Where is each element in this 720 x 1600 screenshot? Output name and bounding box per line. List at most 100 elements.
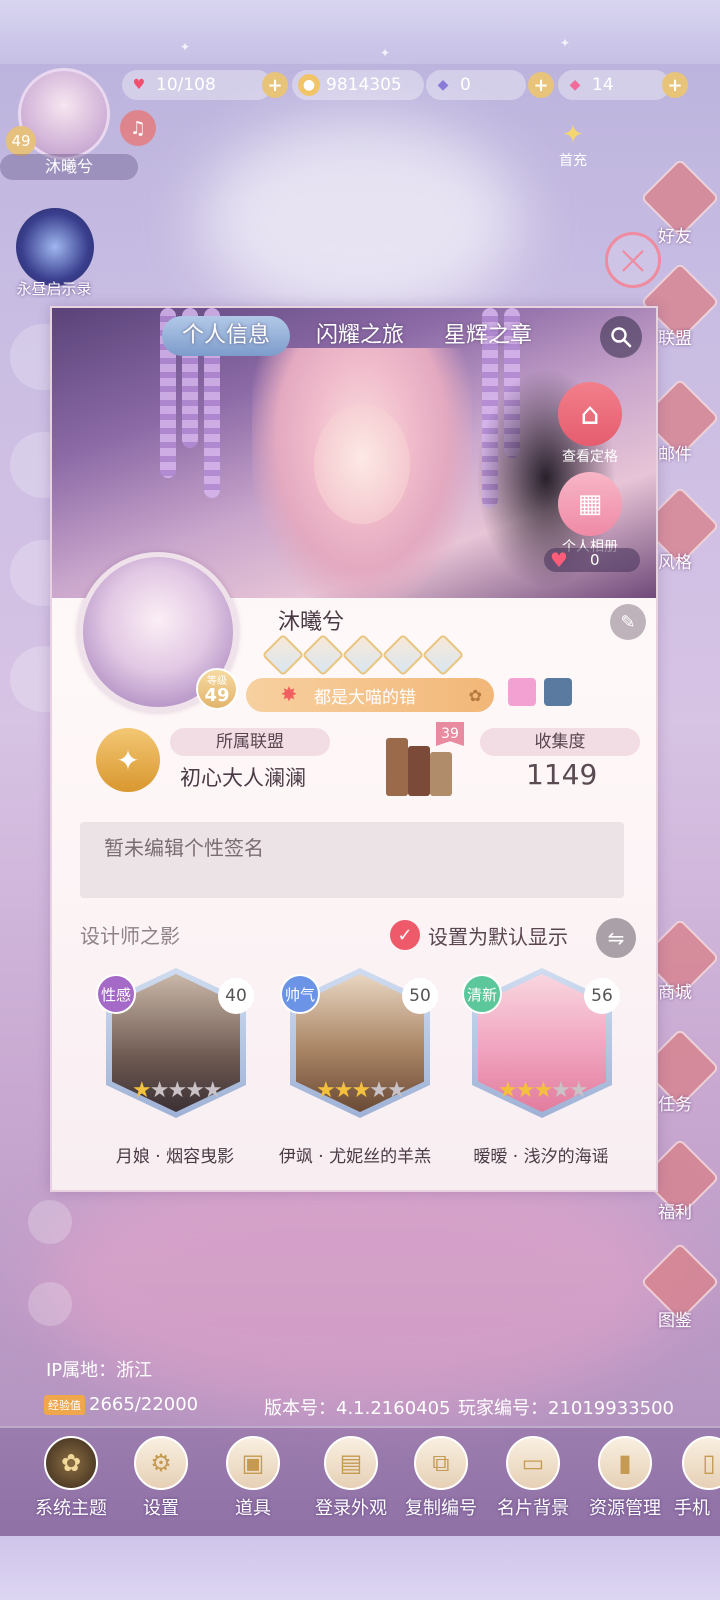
stamina-chip: ♥ 10/108 <box>122 70 272 100</box>
achievement-badge[interactable] <box>261 633 305 677</box>
style-tag: 性感 <box>96 974 136 1014</box>
signature-field[interactable]: 暂未编辑个性签名 <box>80 822 624 898</box>
event-orb[interactable] <box>16 208 94 286</box>
tab-starlight-chapter[interactable]: 星辉之章 <box>424 316 552 356</box>
nav-label: 手机 <box>674 1498 710 1519</box>
likes-count: 0 <box>589 551 600 569</box>
experience: 经验值 2665/22000 <box>44 1394 198 1415</box>
tab-shining-journey[interactable]: 闪耀之旅 <box>296 316 424 356</box>
books-icon: 39 <box>372 722 464 802</box>
profile-panel: 个人信息 闪耀之旅 星辉之章 ⌂ 查看定格 ▦ 个人相册 ♥ 0 等级 49 沐… <box>50 306 658 1192</box>
music-button[interactable]: ♫ <box>120 110 156 146</box>
gear-icon: ⚙ <box>134 1436 188 1490</box>
search-icon <box>611 327 632 348</box>
default-display-label: 设置为默认显示 <box>428 924 568 949</box>
level-badge: 49 <box>6 126 36 156</box>
nav-items[interactable]: ▣ 道具 <box>208 1436 298 1520</box>
diamond-value: 14 <box>592 75 614 95</box>
likes-counter[interactable]: ♥ 0 <box>544 548 640 572</box>
album-icon: ▦ <box>558 472 622 536</box>
designer-card[interactable]: 清新 56 ★★★★★ <box>462 968 622 1138</box>
side-label-atlas: 图鉴 <box>658 1311 692 1331</box>
default-display-toggle[interactable]: ✓ 设置为默认显示 <box>390 920 568 950</box>
collection-label: 收集度 <box>480 728 640 756</box>
bottom-strip <box>0 1536 720 1600</box>
phone-icon: ▯ <box>682 1436 720 1490</box>
tab-personal-info[interactable]: 个人信息 <box>162 316 291 356</box>
designer-card[interactable]: 性感 40 ★★★★★ <box>96 968 256 1138</box>
first-charge-button[interactable]: ✦ 首充 <box>548 120 598 170</box>
theme-icon: ✿ <box>44 1436 98 1490</box>
close-icon: × <box>615 235 651 284</box>
bg-glow <box>200 120 520 320</box>
check-icon: ✓ <box>390 920 420 950</box>
resource-icon: ▮ <box>598 1436 652 1490</box>
card-caption: 伊飒 · 尤妮丝的羊羔 <box>278 1147 432 1167</box>
player-name-top: 沐曦兮 <box>0 154 138 180</box>
left-menu-icon[interactable] <box>28 1200 72 1244</box>
card-caption: 月娘 · 烟容曳影 <box>115 1147 235 1167</box>
player-title-bar[interactable]: ✸ 都是大喵的错 ✿ <box>246 678 494 712</box>
card-caption: 暧暧 · 浅汐的海谣 <box>473 1147 609 1167</box>
frame-icon[interactable] <box>508 678 536 706</box>
nav-resource-management[interactable]: ▮ 资源管理 <box>580 1436 670 1520</box>
achievement-badge[interactable] <box>421 633 465 677</box>
frame-icons <box>508 678 580 706</box>
nav-login-appearance[interactable]: ▤ 登录外观 <box>306 1436 396 1520</box>
close-button[interactable]: × <box>605 232 661 288</box>
album-button[interactable]: ▦ 个人相册 <box>552 472 628 556</box>
ip-location: IP属地：浙江 <box>46 1360 153 1381</box>
nav-label: 系统主题 <box>35 1498 107 1519</box>
achievement-badge[interactable] <box>301 633 345 677</box>
player-name: 沐曦兮 <box>278 610 345 635</box>
nav-settings[interactable]: ⚙ 设置 <box>116 1436 206 1520</box>
picture-icon: ▤ <box>324 1436 378 1490</box>
search-button[interactable] <box>600 316 642 358</box>
coin-value: 9814305 <box>326 75 402 95</box>
nav-label: 登录外观 <box>315 1498 387 1519</box>
nav-label: 资源管理 <box>589 1498 661 1519</box>
side-label-welfare: 福利 <box>658 1203 692 1223</box>
coin-chip: ● 9814305 <box>292 70 424 100</box>
add-stamina-button[interactable]: + <box>262 72 288 98</box>
top-band <box>0 0 720 64</box>
sparkle: ✦ <box>380 46 391 60</box>
home-icon: ⌂ <box>558 382 622 446</box>
first-charge-label: 首充 <box>559 153 587 169</box>
edit-button[interactable]: ✎ <box>610 604 646 640</box>
swap-button[interactable]: ⇋ <box>596 918 636 958</box>
designer-section-title: 设计师之影 <box>80 924 180 948</box>
view-pose-button[interactable]: ⌂ 查看定格 <box>552 382 628 466</box>
card-level: 56 <box>584 978 620 1014</box>
add-button[interactable]: + <box>662 72 688 98</box>
sparkle: ✦ <box>180 40 191 54</box>
achievement-badge[interactable] <box>381 633 425 677</box>
alliance-icon: ✦ <box>96 728 160 792</box>
style-tag: 帅气 <box>280 974 320 1014</box>
version-number: 版本号：4.1.2160405 <box>264 1398 451 1419</box>
frame-icon[interactable] <box>544 678 572 706</box>
card-level: 50 <box>402 978 438 1014</box>
level-value: 49 <box>204 685 230 706</box>
nav-label: 名片背景 <box>497 1498 569 1519</box>
nav-card-background[interactable]: ▭ 名片背景 <box>488 1436 578 1520</box>
level-badge: 等级 49 <box>196 668 238 710</box>
card-icon: ▭ <box>506 1436 560 1490</box>
achievement-badge[interactable] <box>341 633 385 677</box>
card-level: 40 <box>218 978 254 1014</box>
profile-tabs: 个人信息 闪耀之旅 星辉之章 <box>162 314 552 358</box>
designer-card[interactable]: 帅气 50 ★★★★★ <box>280 968 440 1138</box>
add-diamond-button[interactable]: + <box>528 72 554 98</box>
nav-label: 复制编号 <box>405 1498 477 1519</box>
star-rating: ★★★★★ <box>498 1078 589 1103</box>
alliance-name: 初心大人澜澜 <box>180 766 306 790</box>
star-rating: ★★★★★ <box>132 1078 223 1103</box>
view-pose-label: 查看定格 <box>562 449 618 465</box>
gem-chip: ◆ 0 <box>426 70 526 100</box>
exp-value: 2665/22000 <box>89 1394 199 1415</box>
nav-label: 道具 <box>235 1498 271 1519</box>
nav-phone[interactable]: ▯ 手机 <box>664 1436 720 1520</box>
nav-copy-id[interactable]: ⧉ 复制编号 <box>396 1436 486 1520</box>
left-menu-icon[interactable] <box>28 1282 72 1326</box>
nav-system-theme[interactable]: ✿ 系统主题 <box>26 1436 116 1520</box>
